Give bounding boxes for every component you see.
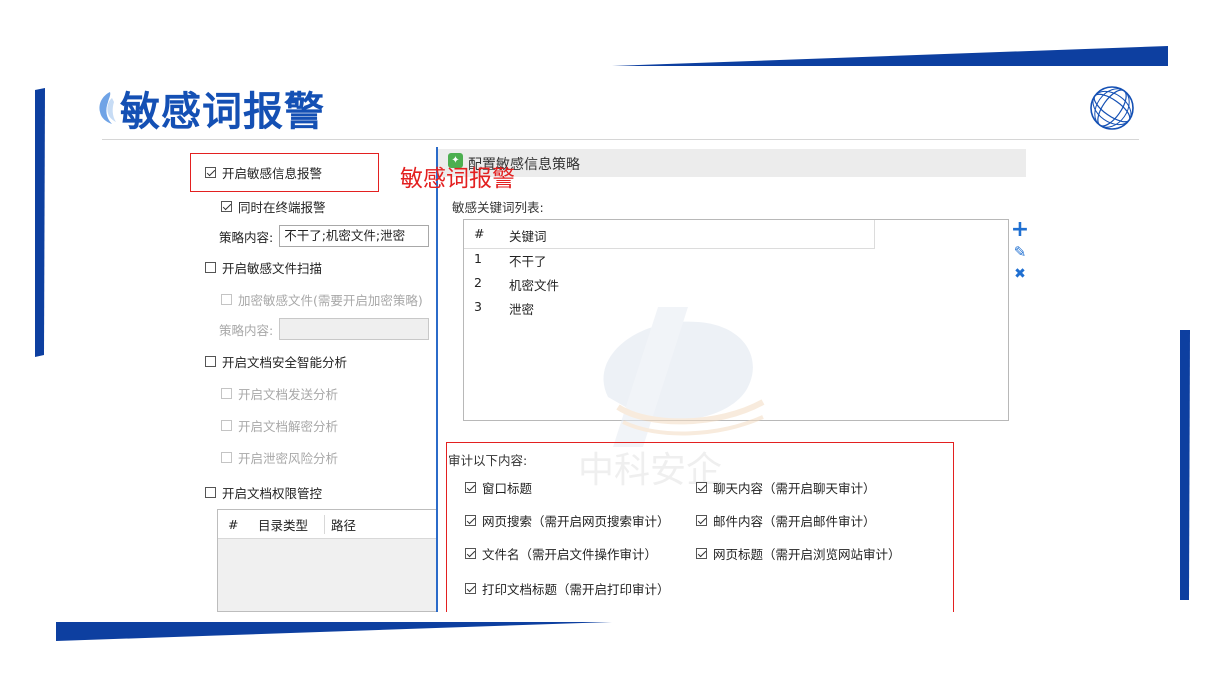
option-label: 开启文档安全智能分析 xyxy=(222,355,348,370)
option-label: 同时在终端报警 xyxy=(238,200,326,215)
option-label: 开启敏感文件扫描 xyxy=(222,261,323,276)
checkbox[interactable] xyxy=(205,487,216,498)
checkbox[interactable] xyxy=(205,356,216,367)
checkbox[interactable] xyxy=(221,201,232,212)
row-number: 3 xyxy=(474,299,482,314)
option-label: 开启文档权限管控 xyxy=(222,486,323,501)
row-number: 2 xyxy=(474,275,482,290)
add-keyword-button[interactable]: + xyxy=(1010,219,1030,241)
checkbox[interactable] xyxy=(696,482,707,493)
option-label: 聊天内容（需开启聊天审计） xyxy=(713,481,876,496)
audit-web-search[interactable]: 网页搜索（需开启网页搜索审计） xyxy=(465,511,670,530)
checkbox[interactable] xyxy=(465,583,476,594)
option-encrypt-sensitive[interactable]: 加密敏感文件(需要开启加密策略) xyxy=(221,290,423,309)
option-label: 网页标题（需开启浏览网站审计） xyxy=(713,547,901,562)
option-label: 开启泄密风险分析 xyxy=(238,451,339,466)
checkbox[interactable] xyxy=(696,515,707,526)
policy-label: 策略内容: xyxy=(219,229,274,245)
title-marker-icon xyxy=(99,92,116,124)
keyword-list-label: 敏感关键词列表: xyxy=(452,200,544,215)
checkbox[interactable] xyxy=(465,515,476,526)
directory-table: # 目录类型 路径 xyxy=(217,509,436,612)
app-screenshot: 开启敏感信息报警 同时在终端报警 策略内容: 不干了;机密文件;泄密 开启敏感文… xyxy=(170,147,1035,612)
option-label: 开启文档发送分析 xyxy=(238,387,339,402)
checkbox[interactable] xyxy=(205,262,216,273)
checkbox[interactable] xyxy=(221,420,232,431)
column-header[interactable]: # xyxy=(218,517,258,532)
option-label: 文件名（需开启文件操作审计） xyxy=(482,547,658,562)
table-header: # 目录类型 路径 xyxy=(218,510,436,539)
option-label: 窗口标题 xyxy=(482,481,533,496)
audit-mail-content[interactable]: 邮件内容（需开启邮件审计） xyxy=(696,511,876,530)
option-label: 加密敏感文件(需要开启加密策略) xyxy=(238,293,423,308)
audit-label: 审计以下内容: xyxy=(448,453,528,468)
option-terminal-alert[interactable]: 同时在终端报警 xyxy=(221,197,326,216)
policy-row-2: 策略内容: xyxy=(219,318,430,340)
audit-chat-content[interactable]: 聊天内容（需开启聊天审计） xyxy=(696,478,876,497)
checkbox[interactable] xyxy=(465,548,476,559)
highlight-box-alert xyxy=(190,153,379,192)
column-header[interactable]: 关键词 xyxy=(509,226,547,245)
checkbox[interactable] xyxy=(465,482,476,493)
annotation-label: 敏感词报警 xyxy=(400,166,515,192)
keyword-toolbar: + ✎ ✖ xyxy=(1010,219,1030,285)
title-divider xyxy=(102,139,1139,140)
panel-title-bar: ✦ 配置敏感信息策略 xyxy=(438,149,1026,177)
column-header[interactable]: 目录类型 xyxy=(258,514,325,534)
delete-keyword-button[interactable]: ✖ xyxy=(1010,263,1030,285)
audit-file-name[interactable]: 文件名（需开启文件操作审计） xyxy=(465,544,657,563)
policy-content-field[interactable]: 不干了;机密文件;泄密 xyxy=(279,225,430,247)
slide-title-text: 敏感词报警 xyxy=(120,89,325,135)
option-decrypt-analysis[interactable]: 开启文档解密分析 xyxy=(221,416,338,435)
policy-row-1: 策略内容: 不干了;机密文件;泄密 xyxy=(219,225,430,247)
option-send-analysis[interactable]: 开启文档发送分析 xyxy=(221,384,338,403)
option-label: 邮件内容（需开启邮件审计） xyxy=(713,514,876,529)
audit-web-title[interactable]: 网页标题（需开启浏览网站审计） xyxy=(696,544,901,563)
option-label: 开启文档解密分析 xyxy=(238,419,339,434)
row-number: 1 xyxy=(474,251,482,266)
option-permission-control[interactable]: 开启文档权限管控 xyxy=(205,483,322,502)
right-policy-panel: ✦ 配置敏感信息策略 敏感词报警 敏感关键词列表: # 关键词 1 不干了 2 … xyxy=(400,147,1035,612)
checkbox[interactable] xyxy=(221,452,232,463)
column-header[interactable]: # xyxy=(474,226,484,241)
slide-title: 敏感词报警 xyxy=(92,80,325,136)
left-settings-panel: 开启敏感信息报警 同时在终端报警 策略内容: 不干了;机密文件;泄密 开启敏感文… xyxy=(170,147,436,612)
audit-window-title[interactable]: 窗口标题 xyxy=(465,478,532,497)
keyword-cell[interactable]: 泄密 xyxy=(509,299,534,318)
policy-content-field-2[interactable] xyxy=(279,318,430,340)
audit-print-title[interactable]: 打印文档标题（需开启打印审计） xyxy=(465,579,670,598)
option-leak-risk[interactable]: 开启泄密风险分析 xyxy=(221,448,338,467)
globe-logo-icon xyxy=(1090,86,1134,130)
option-smart-analysis[interactable]: 开启文档安全智能分析 xyxy=(205,352,347,371)
column-header[interactable]: 路径 xyxy=(325,515,356,534)
option-label: 网页搜索（需开启网页搜索审计） xyxy=(482,514,670,529)
checkbox[interactable] xyxy=(696,548,707,559)
option-label: 打印文档标题（需开启打印审计） xyxy=(482,582,670,597)
checkbox[interactable] xyxy=(221,388,232,399)
keyword-cell[interactable]: 不干了 xyxy=(509,251,547,270)
edit-keyword-button[interactable]: ✎ xyxy=(1010,241,1030,263)
option-file-scan[interactable]: 开启敏感文件扫描 xyxy=(205,258,322,277)
checkbox[interactable] xyxy=(221,294,232,305)
policy-label: 策略内容: xyxy=(219,322,274,338)
